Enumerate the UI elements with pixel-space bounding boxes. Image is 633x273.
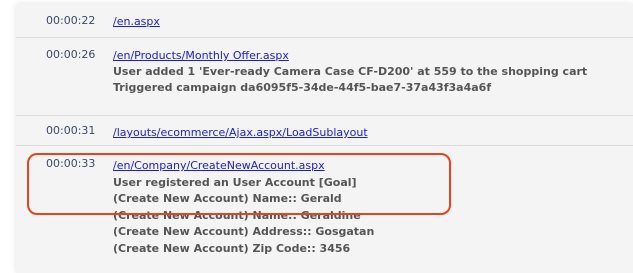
entry-detail: (Create New Account) Name:: Geraldine [113,209,361,222]
log-entry: 00:00:31 /layouts/ecommerce/Ajax.aspx/Lo… [16,115,633,139]
entry-time: 00:00:33 [46,157,96,170]
entry-detail: User added 1 'Ever-ready Camera Case CF-… [113,65,588,78]
entry-detail: (Create New Account) Zip Code:: 3456 [113,242,351,255]
entry-time: 00:00:26 [46,48,96,61]
entry-time: 00:00:31 [46,124,96,137]
entry-detail: User registered an User Account [Goal] [113,176,357,189]
log-entry: 00:00:26 /en/Products/Monthly Offer.aspx… [16,37,633,94]
entry-url-link[interactable]: /en/Products/Monthly Offer.aspx [113,49,289,63]
entry-time: 00:00:22 [46,14,96,27]
entry-url-link[interactable]: /layouts/ecommerce/Ajax.aspx/LoadSublayo… [113,126,368,140]
log-entry: 00:00:33 /en/Company/CreateNewAccount.as… [16,145,633,255]
entry-url-link[interactable]: /en.aspx [113,15,160,29]
session-log-panel: 00:00:22 /en.aspx 00:00:26 /en/Products/… [16,4,633,273]
entry-detail: (Create New Account) Name:: Gerald [113,192,342,205]
entry-detail: Triggered campaign da6095f5-34de-44f5-ba… [113,81,492,94]
entry-url-link[interactable]: /en/Company/CreateNewAccount.aspx [113,159,325,173]
entry-detail: (Create New Account) Address:: Gosgatan [113,225,375,238]
